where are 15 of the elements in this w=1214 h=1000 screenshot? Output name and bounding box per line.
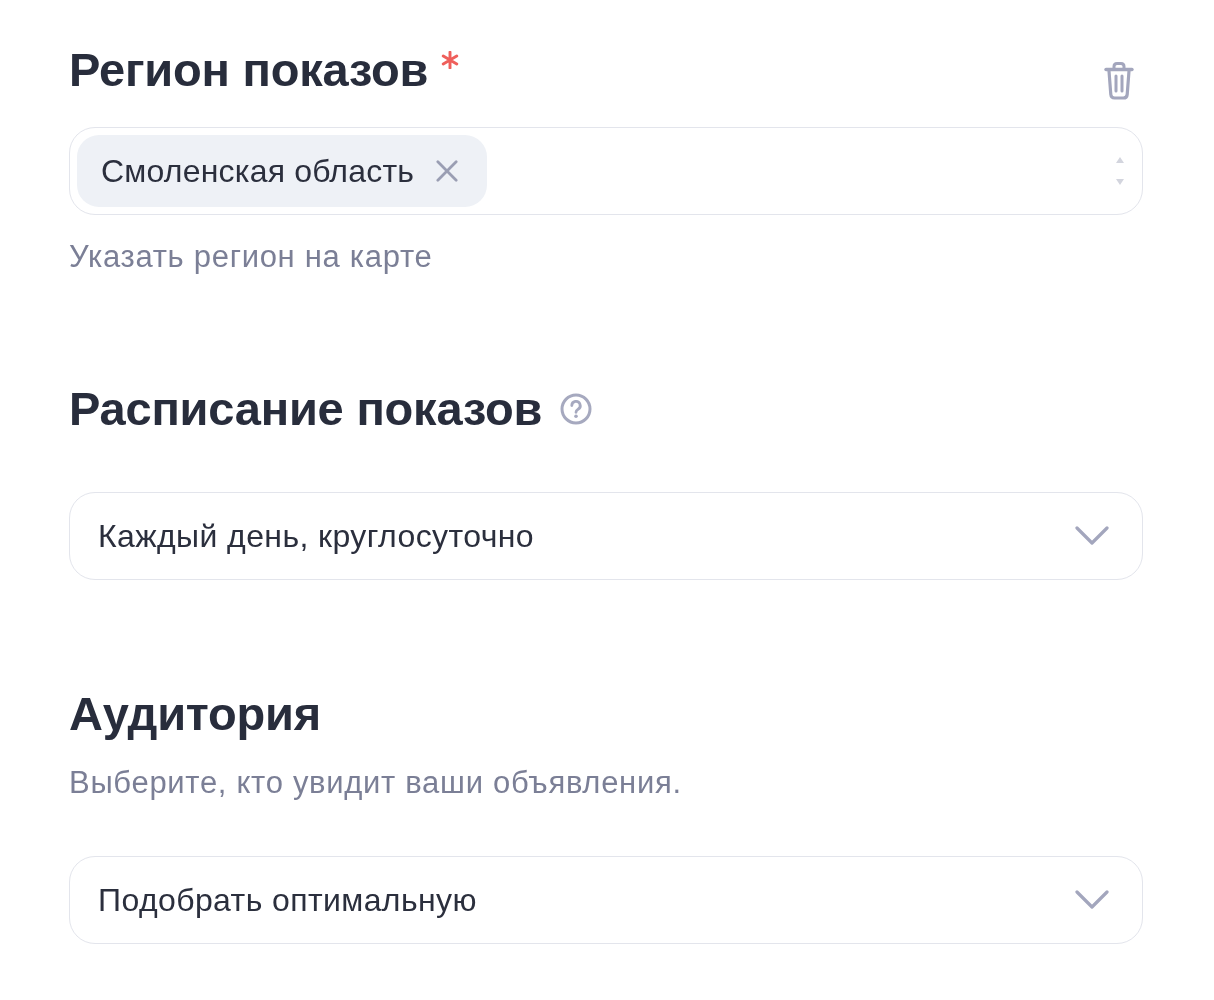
stepper-arrows-icon (1115, 156, 1125, 186)
trash-icon (1104, 61, 1134, 101)
remove-icon[interactable] (436, 160, 459, 182)
section-description: Выберите, кто увидит ваши объявления. (69, 765, 683, 801)
chevron-down-icon (1075, 890, 1109, 910)
tag-label: Смоленская область (101, 152, 415, 190)
dropdown-select[interactable]: Каждый день, круглосуточно (69, 492, 1143, 580)
section-title: Расписание показов (69, 381, 543, 437)
help-icon[interactable] (560, 393, 593, 425)
dropdown-select[interactable]: Подобрать оптимальную (69, 856, 1143, 944)
section-title: Аудитория (69, 686, 321, 742)
map-link[interactable]: Указать регион на карте (69, 239, 433, 275)
section-title: Регион показов (69, 42, 429, 98)
chevron-down-icon (1075, 526, 1109, 546)
region-input-field[interactable]: Смоленская область (69, 127, 1143, 215)
